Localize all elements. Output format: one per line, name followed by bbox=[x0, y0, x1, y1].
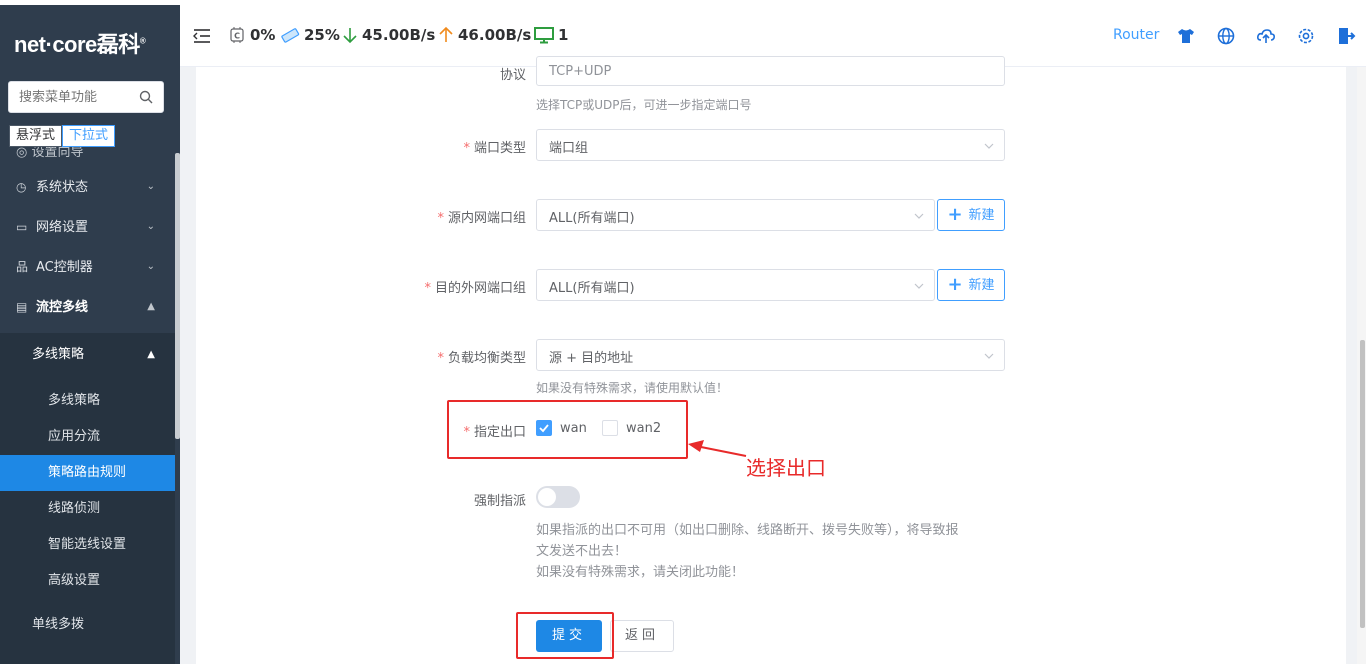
sidebar: net·core磊科® 悬浮式 下拉式 ◎ 设置向导 ◷系统状态⌄ ▭网络设置⌄… bbox=[0, 5, 180, 664]
devices-stat: 1 bbox=[534, 26, 568, 44]
sidebar-item-flow-control[interactable]: ▤ 流控多线 ▲ bbox=[0, 287, 175, 327]
mode-dropdown-button[interactable]: 下拉式 bbox=[62, 125, 116, 147]
submenu-multi-line-policy[interactable]: 多线策略 ▲ bbox=[0, 335, 175, 375]
memory-icon bbox=[281, 28, 300, 43]
sidebar-item-line-detection[interactable]: 线路侦测 bbox=[0, 491, 175, 527]
sidebar-item-smart-line-select[interactable]: 智能选线设置 bbox=[0, 527, 175, 563]
chevron-up-icon: ▲ bbox=[147, 301, 155, 312]
chevron-down-icon bbox=[914, 283, 924, 289]
port-type-label: * 端口类型 bbox=[463, 141, 526, 156]
monitor-icon: ▭ bbox=[16, 220, 28, 234]
lb-type-label: * 负载均衡类型 bbox=[437, 351, 526, 366]
sidebar-item-system-status[interactable]: ◷ 系统状态 ⌄ bbox=[0, 167, 175, 207]
logo: net·core磊科® bbox=[14, 32, 146, 57]
download-arrow-icon bbox=[343, 28, 357, 44]
menu-search-input[interactable] bbox=[9, 82, 129, 112]
protocol-label: 协议 bbox=[499, 68, 526, 83]
memory-stat: 25% bbox=[280, 26, 340, 44]
search-icon[interactable] bbox=[139, 90, 153, 104]
protocol-hint: 选择TCP或UDP后，可进一步指定端口号 bbox=[536, 98, 752, 112]
monitor-devices-icon bbox=[534, 27, 554, 44]
menu-mode-toggle: 悬浮式 下拉式 bbox=[9, 125, 116, 147]
force-assign-hint-3: 如果没有特殊需求，请关闭此功能！ bbox=[536, 565, 745, 580]
force-assign-hint-1: 如果指派的出口不可用（如出口删除、线路断开、拨号失败等），将导致报 bbox=[536, 523, 959, 538]
plus-icon: + bbox=[947, 274, 963, 295]
logout-icon[interactable] bbox=[1336, 26, 1356, 46]
protocol-select[interactable]: TCP+UDP bbox=[536, 56, 1005, 86]
force-assign-hint-2: 文发送不出去！ bbox=[536, 544, 628, 559]
cloud-upload-icon[interactable] bbox=[1256, 26, 1276, 46]
dashboard-icon: ◷ bbox=[16, 180, 27, 194]
annotation-egress-box bbox=[447, 400, 688, 459]
switch-knob bbox=[538, 488, 556, 506]
chevron-down-icon bbox=[984, 353, 994, 359]
theme-tshirt-icon[interactable] bbox=[1176, 26, 1196, 46]
svg-text:C: C bbox=[234, 32, 240, 41]
chevron-down-icon: ⌄ bbox=[146, 181, 155, 192]
sidebar-item-ac-controller[interactable]: 品 AC控制器 ⌄ bbox=[0, 247, 175, 287]
chevron-down-icon: ⌄ bbox=[146, 261, 155, 272]
lb-type-hint: 如果没有特殊需求，请使用默认值！ bbox=[536, 381, 729, 395]
cpu-icon: C bbox=[230, 27, 244, 43]
network-tree-icon: 品 bbox=[16, 260, 29, 274]
sidebar-item-advanced[interactable]: 高级设置 bbox=[0, 563, 175, 599]
mode-router-label[interactable]: Router bbox=[1113, 27, 1159, 43]
gear-icon[interactable] bbox=[1296, 26, 1316, 46]
globe-icon[interactable] bbox=[1216, 26, 1236, 46]
chevron-down-icon bbox=[984, 143, 994, 149]
annotation-submit-box bbox=[516, 612, 614, 659]
force-assign-switch[interactable] bbox=[536, 486, 580, 508]
sidebar-item-multi-line-policy[interactable]: 多线策略 bbox=[0, 383, 175, 419]
menu-search[interactable] bbox=[8, 81, 164, 113]
src-port-group-select[interactable]: ALL(所有端口) bbox=[536, 199, 935, 231]
src-port-group-new-button[interactable]: + 新建 bbox=[937, 199, 1005, 231]
chevron-up-icon: ▲ bbox=[147, 349, 155, 360]
sidebar-item-app-split[interactable]: 应用分流 bbox=[0, 419, 175, 455]
annotation-arrow-icon bbox=[688, 440, 747, 457]
annotation-text: 选择出口 bbox=[746, 456, 826, 480]
chevron-down-icon: ⌄ bbox=[146, 221, 155, 232]
src-port-group-label: * 源内网端口组 bbox=[437, 211, 526, 226]
dst-port-group-label: * 目的外网端口组 bbox=[424, 281, 526, 296]
lb-type-select[interactable]: 源 + 目的地址 bbox=[536, 339, 1005, 371]
dst-port-group-select[interactable]: ALL(所有端口) bbox=[536, 269, 935, 301]
page-scrollbar-thumb[interactable] bbox=[1360, 340, 1365, 628]
upload-arrow-icon bbox=[439, 26, 453, 42]
multi-line-icon: ▤ bbox=[16, 300, 28, 314]
plus-icon: + bbox=[947, 204, 963, 225]
chevron-down-icon bbox=[914, 213, 924, 219]
cpu-stat: C 0% bbox=[228, 26, 275, 44]
download-stat: 45.00B/s bbox=[342, 26, 435, 44]
port-type-select[interactable]: 端口组 bbox=[536, 129, 1005, 161]
mode-float-button[interactable]: 悬浮式 bbox=[9, 125, 63, 147]
dst-port-group-new-button[interactable]: + 新建 bbox=[937, 269, 1005, 301]
force-assign-label: 强制指派 bbox=[473, 494, 526, 509]
upload-stat: 46.00B/s bbox=[438, 26, 531, 44]
back-button[interactable]: 返回 bbox=[610, 620, 674, 652]
collapse-menu-icon[interactable] bbox=[192, 28, 212, 44]
sidebar-item-single-line-multi-dial[interactable]: 单线多拨 bbox=[0, 607, 175, 643]
sidebar-item-policy-routing[interactable]: 策略路由规则 bbox=[0, 455, 175, 491]
sidebar-item-network-settings[interactable]: ▭ 网络设置 ⌄ bbox=[0, 207, 175, 247]
